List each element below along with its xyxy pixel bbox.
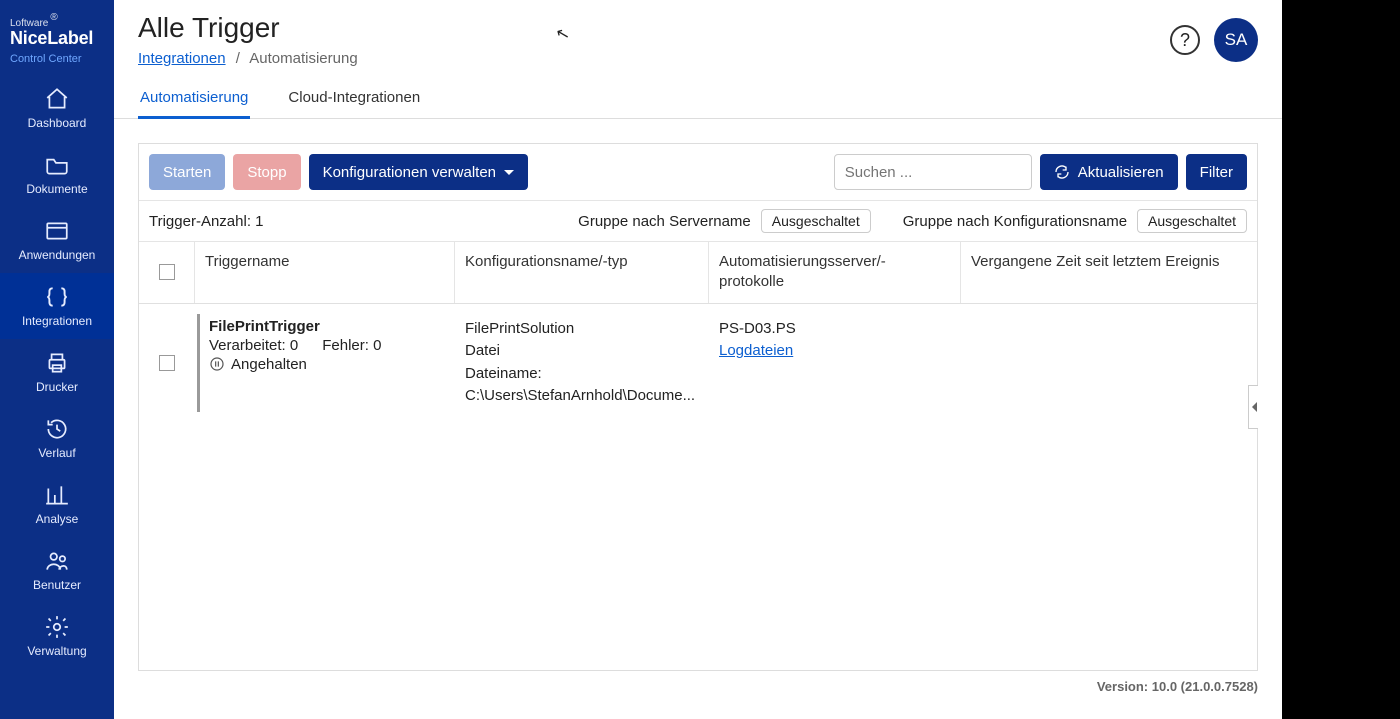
sidebar-item-label: Dokumente bbox=[26, 182, 87, 196]
avatar[interactable]: SA bbox=[1214, 18, 1258, 62]
refresh-button[interactable]: Aktualisieren bbox=[1040, 154, 1178, 190]
log-files-link[interactable]: Logdateien bbox=[719, 342, 793, 359]
chart-icon bbox=[44, 482, 70, 508]
sidebar-item-label: Verlauf bbox=[38, 446, 75, 460]
printer-icon bbox=[44, 350, 70, 376]
cell-trigger: FilePrintTrigger Verarbeitet: 0 Fehler: … bbox=[195, 308, 455, 418]
group-server-label: Gruppe nach Servername bbox=[578, 213, 751, 230]
gear-icon bbox=[44, 614, 70, 640]
manage-config-label: Konfigurationen verwalten bbox=[323, 164, 496, 181]
breadcrumb-sep: / bbox=[236, 50, 240, 67]
sidebar-item-label: Benutzer bbox=[33, 578, 81, 592]
trigger-count: Trigger-Anzahl: 1 bbox=[149, 213, 264, 230]
toolbar: Starten Stopp Konfigurationen verwalten … bbox=[139, 144, 1257, 201]
server-name: PS-D03.PS bbox=[719, 318, 951, 341]
sidebar-item-dashboard[interactable]: Dashboard bbox=[0, 75, 114, 141]
trigger-processed: Verarbeitet: 0 bbox=[209, 337, 298, 354]
page-title: Alle Trigger bbox=[138, 12, 280, 44]
sidebar-item-integrations[interactable]: Integrationen bbox=[0, 273, 114, 339]
sidebar-item-history[interactable]: Verlauf bbox=[0, 405, 114, 471]
table-row: FilePrintTrigger Verarbeitet: 0 Fehler: … bbox=[139, 304, 1257, 422]
home-icon bbox=[44, 86, 70, 112]
breadcrumb: Integrationen / Automatisierung bbox=[138, 50, 1258, 67]
col-elapsed[interactable]: Vergangene Zeit seit letztem Ereignis bbox=[961, 242, 1257, 303]
sidebar-item-label: Anwendungen bbox=[19, 248, 96, 262]
table-body[interactable]: FilePrintTrigger Verarbeitet: 0 Fehler: … bbox=[139, 304, 1257, 662]
sidebar-item-admin[interactable]: Verwaltung bbox=[0, 603, 114, 669]
braces-icon bbox=[44, 284, 70, 310]
panel-collapse-handle[interactable] bbox=[1248, 385, 1258, 429]
breadcrumb-current: Automatisierung bbox=[249, 50, 357, 67]
config-type: Datei bbox=[465, 340, 699, 363]
tabs: Automatisierung Cloud-Integrationen bbox=[114, 79, 1282, 119]
right-margin bbox=[1282, 0, 1400, 719]
sidebar-item-label: Integrationen bbox=[22, 314, 92, 328]
table-header: Triggername Konfigurationsname/-typ Auto… bbox=[139, 242, 1257, 304]
header-checkbox-cell bbox=[139, 242, 195, 303]
history-icon bbox=[44, 416, 70, 442]
sidebar-item-label: Drucker bbox=[36, 380, 78, 394]
trigger-name: FilePrintTrigger bbox=[209, 318, 445, 335]
brand-company: Loftware bbox=[10, 18, 48, 29]
sidebar-item-analysis[interactable]: Analyse bbox=[0, 471, 114, 537]
meta-row: Trigger-Anzahl: 1 Gruppe nach Servername… bbox=[139, 201, 1257, 242]
tab-cloud-integrations[interactable]: Cloud-Integrationen bbox=[286, 79, 422, 119]
config-path-label: Dateiname: bbox=[465, 363, 699, 386]
help-icon: ? bbox=[1180, 30, 1190, 51]
config-name: FilePrintSolution bbox=[465, 318, 699, 341]
select-all-checkbox[interactable] bbox=[159, 264, 175, 280]
nav: Dashboard Dokumente Anwendungen Integrat… bbox=[0, 75, 114, 669]
pause-icon bbox=[209, 356, 225, 372]
trigger-errors: Fehler: 0 bbox=[322, 337, 381, 354]
trigger-status-text: Angehalten bbox=[231, 356, 307, 373]
col-config[interactable]: Konfigurationsname/-typ bbox=[455, 242, 709, 303]
page-header: Alle Trigger ↖ ? SA Integrationen / Auto… bbox=[114, 0, 1282, 79]
help-button[interactable]: ? bbox=[1170, 25, 1200, 55]
header-actions: ? SA bbox=[1170, 18, 1258, 62]
group-server-toggle[interactable]: Ausgeschaltet bbox=[761, 209, 871, 233]
refresh-icon bbox=[1054, 164, 1070, 180]
sidebar-item-applications[interactable]: Anwendungen bbox=[0, 207, 114, 273]
filter-button[interactable]: Filter bbox=[1186, 154, 1247, 190]
sidebar-item-printers[interactable]: Drucker bbox=[0, 339, 114, 405]
cell-elapsed bbox=[961, 308, 1257, 418]
sidebar-item-users[interactable]: Benutzer bbox=[0, 537, 114, 603]
config-path: C:\Users\StefanArnhold\Docume... bbox=[465, 385, 699, 408]
window-icon bbox=[44, 218, 70, 244]
group-config-toggle[interactable]: Ausgeschaltet bbox=[1137, 209, 1247, 233]
row-checkbox[interactable] bbox=[159, 355, 175, 371]
cell-config: FilePrintSolution Datei Dateiname: C:\Us… bbox=[455, 308, 709, 418]
search-input[interactable] bbox=[845, 164, 1044, 181]
brand-product: NiceLabel bbox=[10, 29, 106, 49]
content: Starten Stopp Konfigurationen verwalten … bbox=[114, 119, 1282, 719]
sidebar-item-label: Analyse bbox=[36, 512, 79, 526]
group-config-label: Gruppe nach Konfigurationsname bbox=[903, 213, 1127, 230]
folder-icon bbox=[44, 152, 70, 178]
sidebar-item-label: Dashboard bbox=[28, 116, 87, 130]
start-button[interactable]: Starten bbox=[149, 154, 225, 190]
brand-block: Loftware® NiceLabel Control Center bbox=[0, 0, 114, 75]
footer-version: Version: 10.0 (21.0.0.7528) bbox=[114, 671, 1282, 694]
row-checkbox-cell bbox=[139, 345, 195, 381]
cell-server: PS-D03.PS Logdateien bbox=[709, 308, 961, 418]
sidebar-item-documents[interactable]: Dokumente bbox=[0, 141, 114, 207]
stop-button[interactable]: Stopp bbox=[233, 154, 300, 190]
sidebar: Loftware® NiceLabel Control Center Dashb… bbox=[0, 0, 114, 719]
brand-module: Control Center bbox=[10, 53, 106, 65]
breadcrumb-link-integrations[interactable]: Integrationen bbox=[138, 50, 226, 67]
brand-reg-icon: ® bbox=[50, 12, 57, 23]
avatar-initials: SA bbox=[1225, 30, 1248, 50]
search-input-wrap[interactable] bbox=[834, 154, 1032, 190]
manage-config-button[interactable]: Konfigurationen verwalten bbox=[309, 154, 528, 190]
users-icon bbox=[44, 548, 70, 574]
tab-automation[interactable]: Automatisierung bbox=[138, 79, 250, 119]
refresh-label: Aktualisieren bbox=[1078, 164, 1164, 181]
col-server[interactable]: Automatisierungsserver/-protokolle bbox=[709, 242, 961, 303]
panel: Starten Stopp Konfigurationen verwalten … bbox=[138, 143, 1258, 671]
sidebar-item-label: Verwaltung bbox=[27, 644, 86, 658]
col-trigger[interactable]: Triggername bbox=[195, 242, 455, 303]
main: Alle Trigger ↖ ? SA Integrationen / Auto… bbox=[114, 0, 1282, 719]
